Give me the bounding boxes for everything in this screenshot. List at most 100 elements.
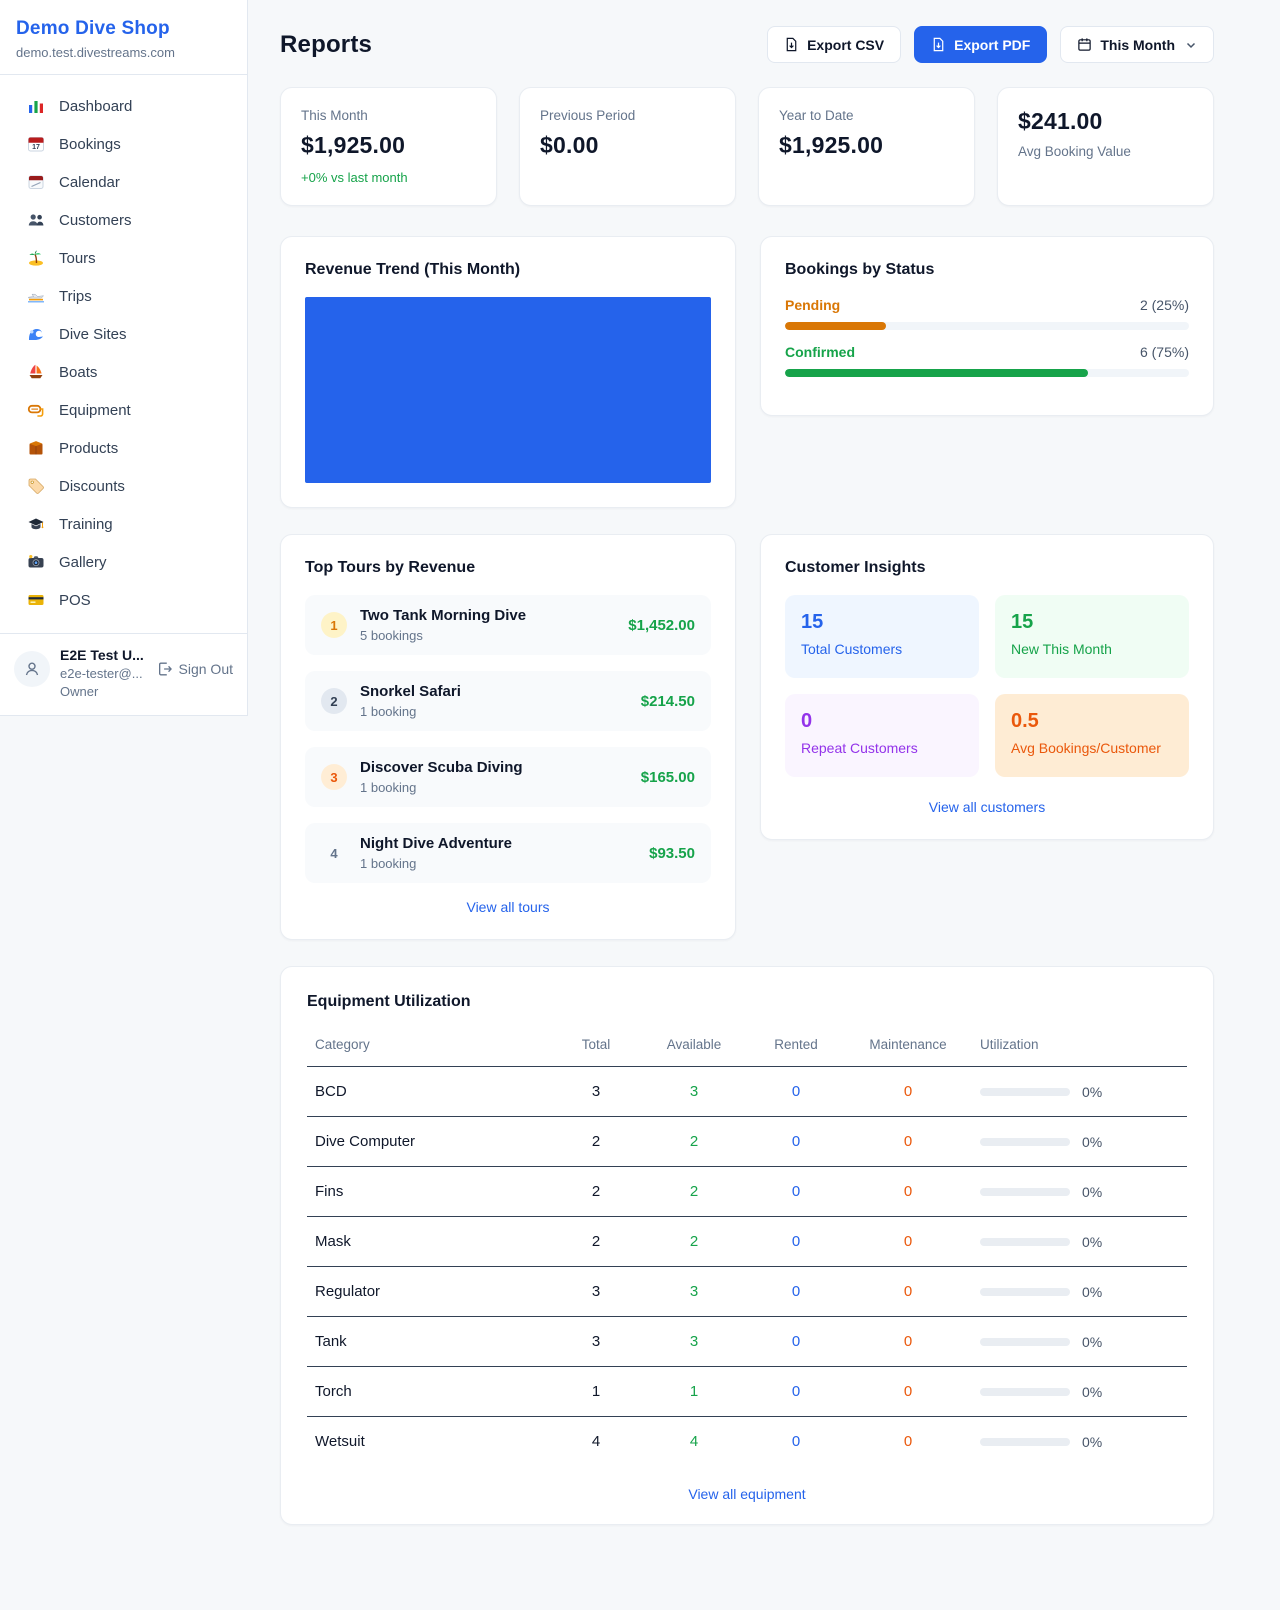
export-csv-button[interactable]: Export CSV (767, 26, 901, 63)
tear-off-calendar-icon (26, 173, 46, 191)
revenue-trend-chart (305, 297, 711, 483)
sidebar-item-dive-sites[interactable]: Dive Sites (0, 315, 247, 353)
tile-repeat-customers: 0 Repeat Customers (785, 694, 979, 777)
speedboat-icon (26, 287, 46, 305)
graduation-cap-icon (26, 515, 46, 533)
cell-utilization: 0% (1082, 1384, 1102, 1400)
utilization-track (980, 1438, 1070, 1446)
sidebar-item-label: Tours (59, 250, 96, 267)
table-row: BCD 3 3 0 0 0% (307, 1067, 1187, 1117)
tour-revenue: $1,452.00 (628, 617, 695, 634)
sidebar-item-pos[interactable]: POS (0, 581, 247, 619)
two-people-icon (26, 211, 46, 229)
cell-maintenance: 0 (844, 1267, 972, 1317)
stat-value: $1,925.00 (779, 132, 954, 159)
cell-total: 3 (552, 1267, 640, 1317)
cell-rented: 0 (748, 1267, 844, 1317)
sidebar-item-products[interactable]: Products (0, 429, 247, 467)
sidebar-item-gallery[interactable]: Gallery (0, 543, 247, 581)
cell-maintenance: 0 (844, 1067, 972, 1117)
table-row: Torch 1 1 0 0 0% (307, 1367, 1187, 1417)
cell-available: 2 (640, 1167, 748, 1217)
tour-row: 4 Night Dive Adventure 1 booking $93.50 (305, 823, 711, 883)
stat-card-avg-booking-value: $241.00 Avg Booking Value (997, 87, 1214, 206)
utilization-track (980, 1338, 1070, 1346)
sidebar-item-equipment[interactable]: Equipment (0, 391, 247, 429)
view-all-customers-link[interactable]: View all customers (785, 799, 1189, 815)
chevron-down-icon (1185, 39, 1197, 51)
calendar-17-icon: 17 (26, 135, 46, 153)
sidebar-item-label: Discounts (59, 478, 125, 495)
rank-badge: 4 (321, 840, 347, 866)
table-row: Tank 3 3 0 0 0% (307, 1317, 1187, 1367)
sign-out-label: Sign Out (179, 661, 233, 677)
stat-label: Year to Date (779, 108, 954, 123)
tile-value: 0.5 (1011, 710, 1173, 733)
cell-available: 1 (640, 1367, 748, 1417)
tile-new-this-month: 15 New This Month (995, 595, 1189, 678)
sidebar-item-label: Bookings (59, 136, 121, 153)
stat-card-previous-period: Previous Period $0.00 (519, 87, 736, 206)
cell-utilization: 0% (1082, 1334, 1102, 1350)
status-row-pending: Pending 2 (25%) (785, 297, 1189, 330)
cell-rented: 0 (748, 1367, 844, 1417)
stat-card-year-to-date: Year to Date $1,925.00 (758, 87, 975, 206)
tile-value: 15 (1011, 611, 1173, 634)
status-label: Confirmed (785, 344, 855, 360)
cell-maintenance: 0 (844, 1117, 972, 1167)
tile-value: 0 (801, 710, 963, 733)
view-all-equipment-link[interactable]: View all equipment (307, 1486, 1187, 1502)
export-pdf-button[interactable]: Export PDF (914, 26, 1047, 63)
cell-rented: 0 (748, 1067, 844, 1117)
revenue-trend-card: Revenue Trend (This Month) (280, 236, 736, 508)
column-header: Category (307, 1029, 552, 1067)
sidebar-item-bookings[interactable]: 17 Bookings (0, 125, 247, 163)
sign-out-button[interactable]: Sign Out (157, 661, 233, 677)
tile-label: Total Customers (801, 641, 963, 657)
cell-category: Tank (307, 1317, 552, 1367)
tour-revenue: $93.50 (649, 845, 695, 862)
tour-row: 1 Two Tank Morning Dive 5 bookings $1,45… (305, 595, 711, 655)
period-dropdown[interactable]: This Month (1060, 26, 1214, 63)
cell-maintenance: 0 (844, 1217, 972, 1267)
tour-bookings: 1 booking (360, 704, 461, 719)
tour-bookings: 1 booking (360, 856, 512, 871)
view-all-tours-link[interactable]: View all tours (305, 899, 711, 915)
file-download-icon (784, 37, 799, 52)
status-value: 6 (75%) (1140, 344, 1189, 360)
column-header: Maintenance (844, 1029, 972, 1067)
cell-rented: 0 (748, 1317, 844, 1367)
sidebar-item-calendar[interactable]: Calendar (0, 163, 247, 201)
sidebar-item-tours[interactable]: Tours (0, 239, 247, 277)
period-label: This Month (1100, 37, 1175, 53)
sidebar-item-training[interactable]: Training (0, 505, 247, 543)
user-email: e2e-tester@... (60, 666, 144, 681)
revenue-trend-title: Revenue Trend (This Month) (305, 261, 711, 279)
sidebar-item-customers[interactable]: Customers (0, 201, 247, 239)
table-row: Mask 2 2 0 0 0% (307, 1217, 1187, 1267)
cell-category: Wetsuit (307, 1417, 552, 1467)
tour-row: 2 Snorkel Safari 1 booking $214.50 (305, 671, 711, 731)
shop-name: Demo Dive Shop (16, 18, 231, 40)
progress-track (785, 369, 1189, 377)
cell-category: Torch (307, 1367, 552, 1417)
shop-domain: demo.test.divestreams.com (16, 45, 231, 60)
cell-category: Regulator (307, 1267, 552, 1317)
sidebar-item-label: Boats (59, 364, 97, 381)
cell-maintenance: 0 (844, 1167, 972, 1217)
rank-badge: 3 (321, 764, 347, 790)
progress-fill (785, 369, 1088, 377)
user-name: E2E Test U... (60, 647, 144, 663)
cell-utilization: 0% (1082, 1234, 1102, 1250)
sidebar-item-discounts[interactable]: Discounts (0, 467, 247, 505)
cell-rented: 0 (748, 1167, 844, 1217)
sidebar-item-dashboard[interactable]: Dashboard (0, 87, 247, 125)
utilization-track (980, 1138, 1070, 1146)
stat-value: $241.00 (1018, 108, 1193, 135)
sidebar-item-boats[interactable]: Boats (0, 353, 247, 391)
calendar-icon (1077, 37, 1092, 52)
sidebar-user-footer: E2E Test U... e2e-tester@... Owner Sign … (0, 633, 247, 715)
sidebar-item-trips[interactable]: Trips (0, 277, 247, 315)
cell-total: 2 (552, 1217, 640, 1267)
sidebar-item-label: Products (59, 440, 118, 457)
